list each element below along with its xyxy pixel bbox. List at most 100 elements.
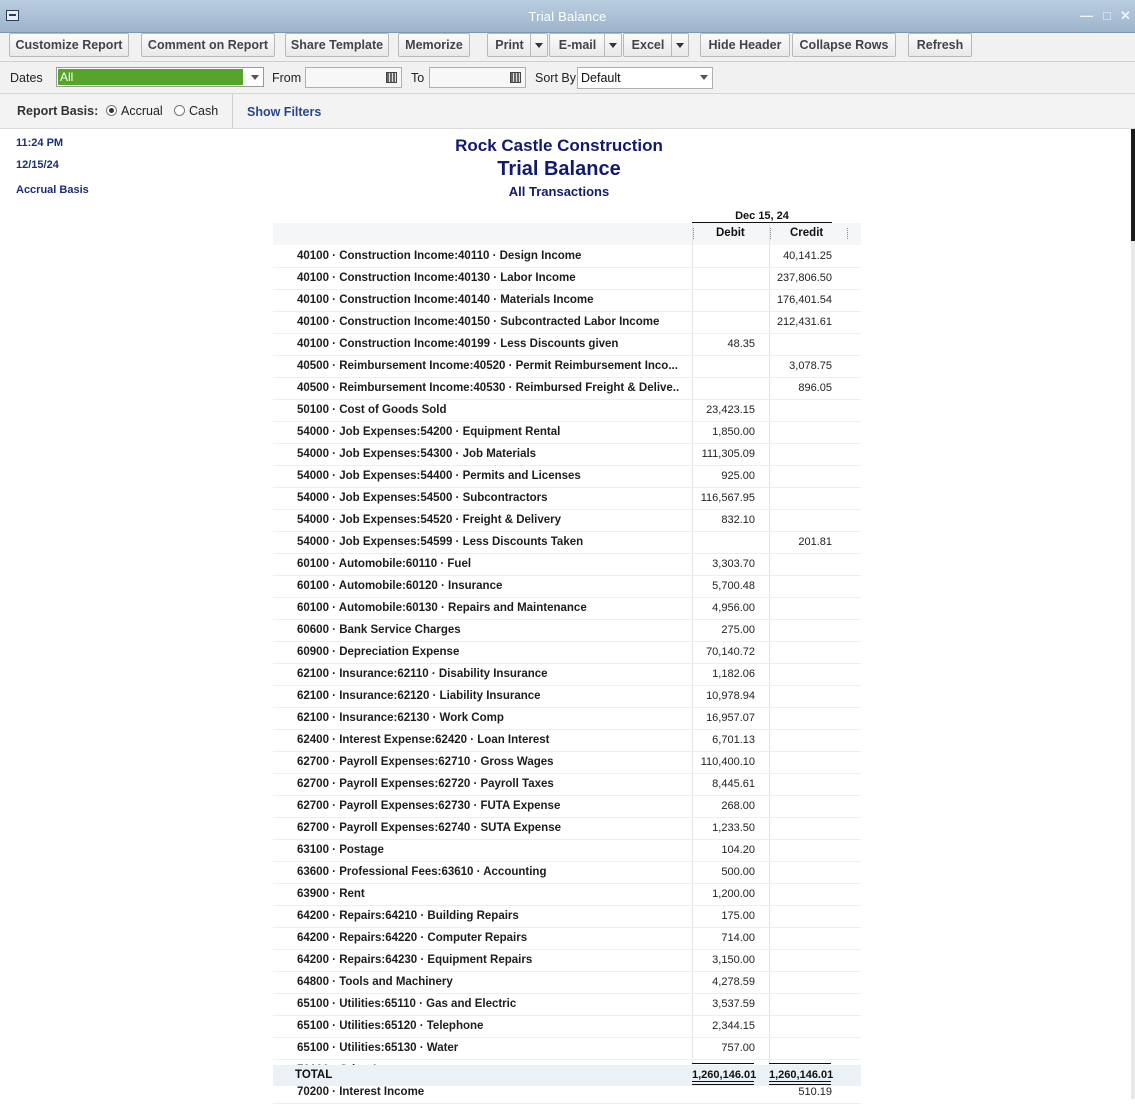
vertical-scrollbar[interactable] xyxy=(1131,129,1135,1099)
calendar-icon[interactable] xyxy=(510,72,521,83)
table-row[interactable]: 62700 · Payroll Expenses:62740 · SUTA Ex… xyxy=(273,818,861,840)
debit-value: 4,956.00 xyxy=(712,602,755,614)
table-row[interactable]: 60100 · Automobile:60110 · Fuel 3,303.70 xyxy=(273,554,861,576)
chevron-down-icon[interactable] xyxy=(700,75,708,80)
hide-header-button[interactable]: Hide Header xyxy=(700,33,790,57)
table-row[interactable]: 62700 · Payroll Expenses:62730 · FUTA Ex… xyxy=(273,796,861,818)
table-row[interactable]: 62700 · Payroll Expenses:62720 · Payroll… xyxy=(273,774,861,796)
account-name: 54000 · Job Expenses:54400 · Permits and… xyxy=(297,470,581,482)
account-name: 62700 · Payroll Expenses:62740 · SUTA Ex… xyxy=(297,822,561,834)
table-row[interactable]: 54000 · Job Expenses:54520 · Freight & D… xyxy=(273,510,861,532)
table-row[interactable]: 62100 · Insurance:62120 · Liability Insu… xyxy=(273,686,861,708)
table-row[interactable]: 40100 · Construction Income:40199 · Less… xyxy=(273,334,861,356)
close-icon[interactable]: ✕ xyxy=(1120,8,1131,24)
share-template-button[interactable]: Share Template xyxy=(285,33,389,57)
account-name: 64200 · Repairs:64210 · Building Repairs xyxy=(297,910,519,922)
column-header-bar: Debit Credit xyxy=(273,223,861,245)
table-row[interactable]: 54000 · Job Expenses:54500 · Subcontract… xyxy=(273,488,861,510)
debit-value: 16,957.07 xyxy=(706,712,755,724)
table-row[interactable]: 50100 · Cost of Goods Sold 23,423.15 xyxy=(273,400,861,422)
accrual-radio[interactable] xyxy=(106,105,117,116)
excel-dropdown-icon[interactable] xyxy=(671,33,689,57)
debit-value: 275.00 xyxy=(721,624,755,636)
table-row[interactable]: 64200 · Repairs:64210 · Building Repairs… xyxy=(273,906,861,928)
table-row[interactable]: 62700 · Payroll Expenses:62710 · Gross W… xyxy=(273,752,861,774)
account-name: 54000 · Job Expenses:54200 · Equipment R… xyxy=(297,426,561,438)
table-row[interactable]: 54000 · Job Expenses:54400 · Permits and… xyxy=(273,466,861,488)
credit-value: 510.19 xyxy=(798,1086,832,1098)
cash-label[interactable]: Cash xyxy=(189,104,218,118)
account-name: 63100 · Postage xyxy=(297,844,384,856)
table-row[interactable]: 60600 · Bank Service Charges 275.00 xyxy=(273,620,861,642)
column-resize-grip[interactable] xyxy=(693,228,695,239)
account-name: 64200 · Repairs:64230 · Equipment Repair… xyxy=(297,954,533,966)
table-row[interactable]: 64800 · Tools and Machinery 4,278.59 xyxy=(273,972,861,994)
table-row[interactable]: 63100 · Postage 104.20 xyxy=(273,840,861,862)
comment-on-report-button[interactable]: Comment on Report xyxy=(141,33,275,57)
table-row[interactable]: 64200 · Repairs:64220 · Computer Repairs… xyxy=(273,928,861,950)
account-name: 40100 · Construction Income:40199 · Less… xyxy=(297,338,619,350)
email-button[interactable]: E-mail xyxy=(549,33,606,57)
table-row[interactable]: 60100 · Automobile:60120 · Insurance 5,70… xyxy=(273,576,861,598)
account-name: 62100 · Insurance:62110 · Disability Ins… xyxy=(297,668,548,680)
refresh-button[interactable]: Refresh xyxy=(908,33,972,57)
print-button[interactable]: Print xyxy=(487,33,532,57)
table-row[interactable]: 62100 · Insurance:62130 · Work Comp 16,95… xyxy=(273,708,861,730)
table-row[interactable]: 40500 · Reimbursement Income:40530 · Rei… xyxy=(273,378,861,400)
table-row[interactable]: 54000 · Job Expenses:54300 · Job Materia… xyxy=(273,444,861,466)
total-debit-double-rule xyxy=(692,1081,754,1085)
sort-by-dropdown[interactable]: Default xyxy=(577,67,713,89)
table-row[interactable]: 40100 · Construction Income:40150 · Subc… xyxy=(273,312,861,334)
table-row[interactable]: 54000 · Job Expenses:54200 · Equipment R… xyxy=(273,422,861,444)
account-name: 54000 · Job Expenses:54599 · Less Discou… xyxy=(297,536,584,548)
total-label: TOTAL xyxy=(295,1069,333,1081)
chevron-down-icon[interactable] xyxy=(251,75,259,80)
credit-value: 201.81 xyxy=(798,536,832,548)
date-filter-bar: Dates All From To Sort By Default xyxy=(0,62,1135,94)
excel-button[interactable]: Excel xyxy=(623,33,673,57)
accrual-label[interactable]: Accrual xyxy=(121,104,163,118)
table-row[interactable]: 65100 · Utilities:65130 · Water 757.00 xyxy=(273,1038,861,1060)
table-row[interactable]: 64200 · Repairs:64230 · Equipment Repair… xyxy=(273,950,861,972)
table-row[interactable]: 60900 · Depreciation Expense 70,140.72 xyxy=(273,642,861,664)
debit-value: 4,278.59 xyxy=(712,976,755,988)
table-row[interactable]: 40100 · Construction Income:40130 · Labo… xyxy=(273,268,861,290)
column-resize-grip[interactable] xyxy=(847,228,849,239)
debit-value: 1,233.50 xyxy=(712,822,755,834)
table-row[interactable]: 60100 · Automobile:60130 · Repairs and M… xyxy=(273,598,861,620)
table-row[interactable]: 40500 · Reimbursement Income:40520 · Per… xyxy=(273,356,861,378)
debit-value: 832.10 xyxy=(721,514,755,526)
memorize-button[interactable]: Memorize xyxy=(398,33,470,57)
table-row[interactable]: 54000 · Job Expenses:54599 · Less Discou… xyxy=(273,532,861,554)
table-row[interactable]: 40100 · Construction Income:40140 · Mate… xyxy=(273,290,861,312)
table-row[interactable]: 62400 · Interest Expense:62420 · Loan In… xyxy=(273,730,861,752)
collapse-rows-button[interactable]: Collapse Rows xyxy=(792,33,896,57)
calendar-icon[interactable] xyxy=(386,72,397,83)
to-date-field[interactable] xyxy=(429,67,526,88)
company-name: Rock Castle Construction xyxy=(455,136,663,155)
from-date-field[interactable] xyxy=(305,67,402,88)
show-filters-link[interactable]: Show Filters xyxy=(247,105,321,119)
print-dropdown-icon[interactable] xyxy=(530,33,548,57)
dates-dropdown[interactable]: All xyxy=(56,67,264,87)
table-row[interactable]: 63600 · Professional Fees:63610 · Accoun… xyxy=(273,862,861,884)
table-row[interactable]: 62100 · Insurance:62110 · Disability Ins… xyxy=(273,664,861,686)
table-row[interactable]: 65100 · Utilities:65110 · Gas and Electr… xyxy=(273,994,861,1016)
debit-value: 1,200.00 xyxy=(712,888,755,900)
debit-column-header[interactable]: Debit xyxy=(716,227,745,239)
column-resize-grip[interactable] xyxy=(770,228,772,239)
table-row[interactable]: 63900 · Rent 1,200.00 xyxy=(273,884,861,906)
maximize-icon[interactable]: □ xyxy=(1103,8,1111,23)
debit-value: 23,423.15 xyxy=(706,404,755,416)
debit-value: 3,537.59 xyxy=(712,998,755,1010)
account-name: 65100 · Utilities:65130 · Water xyxy=(297,1042,459,1054)
cash-radio[interactable] xyxy=(174,105,185,116)
minimize-icon[interactable]: — xyxy=(1080,8,1093,23)
scrollbar-thumb[interactable] xyxy=(1131,129,1135,241)
email-dropdown-icon[interactable] xyxy=(604,33,622,57)
customize-report-button[interactable]: Customize Report xyxy=(9,33,129,57)
window-title-bar: Trial Balance — □ ✕ xyxy=(0,0,1135,33)
credit-column-header[interactable]: Credit xyxy=(790,227,823,239)
table-row[interactable]: 40100 · Construction Income:40110 · Desi… xyxy=(273,246,861,268)
table-row[interactable]: 65100 · Utilities:65120 · Telephone 2,344… xyxy=(273,1016,861,1038)
